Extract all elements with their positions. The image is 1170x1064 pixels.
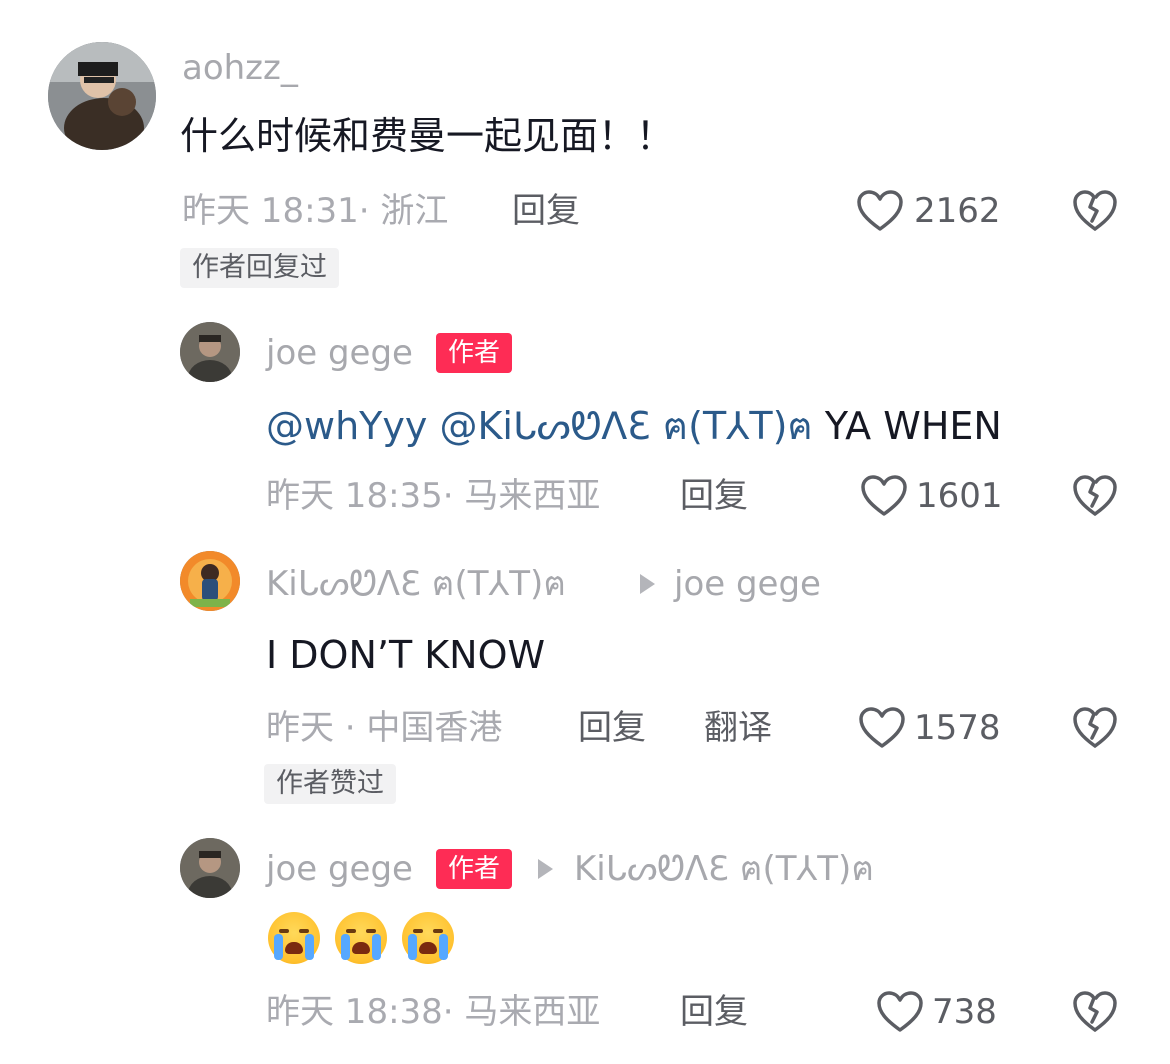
comment-time-location: 昨天 18:35· 马来西亚 [266,476,601,516]
reply-button[interactable]: 回复 [680,992,748,1032]
author-replied-tag: 作者回复过 [180,248,339,288]
author-badge: 作者 [436,333,513,373]
mention-link[interactable]: @whYyy [266,404,427,448]
reply-button[interactable]: 回复 [680,476,748,516]
broken-heart-icon[interactable] [1072,189,1118,233]
comment-username[interactable]: KiᒐᔕᏬᐱƐ ฅ(T⅄T)ฅ [266,564,566,604]
comment-username[interactable]: joe gege [266,849,413,889]
comment-text-body: YA WHEN [824,404,1002,448]
translate-button[interactable]: 翻译 [704,708,772,748]
heart-icon[interactable] [858,706,906,750]
like-count: 738 [932,992,997,1032]
comment-text: @whYyy @KiᒐᔕᏬᐱƐ ฅ(T⅄T)ฅ YA WHEN [266,403,1002,449]
comment-time-location: 昨天 · 中国香港 [266,708,503,748]
avatar[interactable] [48,42,156,150]
reply-to-username[interactable]: joe gege [674,564,821,604]
comment-time-location: 昨天 18:31· 浙江 [182,191,449,231]
broken-heart-icon[interactable] [1072,990,1118,1034]
reply-button[interactable]: 回复 [512,191,580,231]
heart-icon[interactable] [856,189,904,233]
like-count: 2162 [914,191,1001,231]
heart-icon[interactable] [876,990,924,1034]
broken-heart-icon[interactable] [1072,706,1118,750]
loudly-crying-face-icon [402,912,455,964]
like-count: 1601 [916,476,1003,516]
avatar[interactable] [180,551,240,611]
reply-arrow-icon [538,859,553,879]
comment-text: 什么时候和费曼一起见面！！ [180,114,675,158]
comment-time-location: 昨天 18:38· 马来西亚 [266,992,601,1032]
author-badge: 作者 [436,849,513,889]
reply-to-username[interactable]: KiᒐᔕᏬᐱƐ ฅ(T⅄T)ฅ [574,849,874,889]
broken-heart-icon[interactable] [1072,474,1118,518]
comment-username[interactable]: joe gege [266,333,413,373]
mention-link[interactable]: @KiᒐᔕᏬᐱƐ ฅ(T⅄T)ฅ [439,404,812,448]
like-count: 1578 [914,708,1001,748]
avatar[interactable] [180,838,240,898]
author-liked-tag: 作者赞过 [264,764,396,804]
avatar[interactable] [180,322,240,382]
heart-icon[interactable] [860,474,908,518]
loudly-crying-face-icon [335,912,388,964]
loudly-crying-face-icon [268,912,320,964]
comment-emojis [268,912,464,964]
reply-button[interactable]: 回复 [578,708,646,748]
comment-text: I DON’T KNOW [266,633,546,677]
reply-arrow-icon [640,574,655,594]
comment-username[interactable]: aohzz_ [182,48,298,88]
